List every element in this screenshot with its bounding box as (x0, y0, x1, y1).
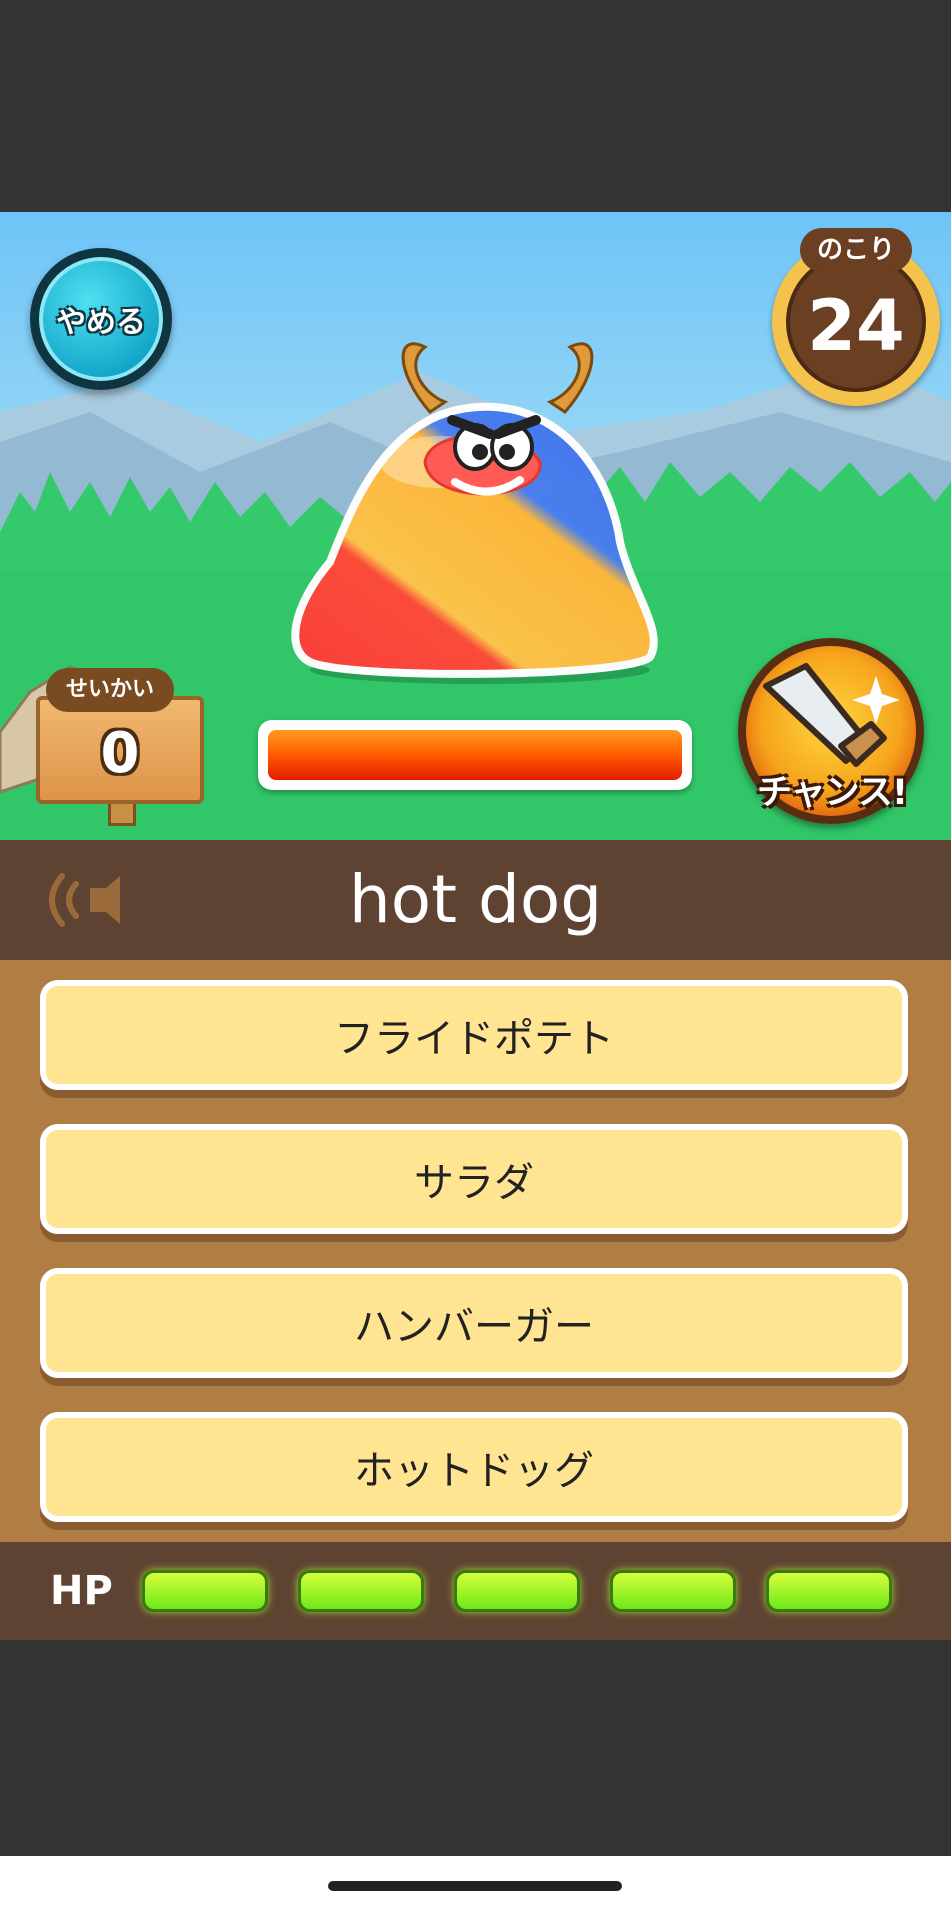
question-word: hot dog (348, 861, 603, 938)
home-indicator[interactable] (328, 1881, 622, 1891)
answer-button-1[interactable]: フライドポテト (40, 980, 908, 1090)
answer-label-4: ホットドッグ (354, 1448, 594, 1494)
hp-pip-1 (142, 1570, 268, 1612)
correct-count-sign: 0 せいかい (30, 668, 204, 828)
answer-label-2: サラダ (414, 1160, 534, 1206)
hp-pip-4 (610, 1570, 736, 1612)
answer-button-4[interactable]: ホットドッグ (40, 1412, 908, 1522)
answer-label-1: フライドポテト (334, 1016, 614, 1062)
top-letterbox (0, 0, 951, 212)
remaining-count: 24 (786, 252, 926, 392)
hp-label: HP (50, 1568, 113, 1614)
battle-scene: やめる 24 のこり 0 せいかい チャンス! (0, 212, 951, 840)
chance-label: チャンス! (757, 773, 908, 813)
remaining-questions-badge: 24 のこり (770, 228, 946, 406)
answer-button-2[interactable]: サラダ (40, 1124, 908, 1234)
correct-count: 0 (36, 696, 204, 804)
hp-pip-5 (766, 1570, 892, 1612)
hp-pip-2 (298, 1570, 424, 1612)
chance-button[interactable]: チャンス! (738, 638, 924, 824)
answer-label-3: ハンバーガー (354, 1304, 594, 1350)
enemy-hp-bar (258, 720, 692, 790)
quit-button-label: やめる (56, 305, 146, 340)
quit-button[interactable]: やめる (30, 248, 172, 390)
hp-pip-3 (454, 1570, 580, 1612)
answer-button-3[interactable]: ハンバーガー (40, 1268, 908, 1378)
answer-area: フライドポテト サラダ ハンバーガー ホットドッグ (0, 960, 951, 1542)
player-hp-bar: HP (0, 1542, 951, 1640)
correct-label: せいかい (46, 668, 174, 712)
question-bar: hot dog (0, 840, 951, 960)
enemy-hp-fill (268, 730, 682, 780)
home-strip (0, 1856, 951, 1920)
remaining-label: のこり (800, 228, 912, 272)
bottom-letterbox (0, 1640, 951, 1856)
